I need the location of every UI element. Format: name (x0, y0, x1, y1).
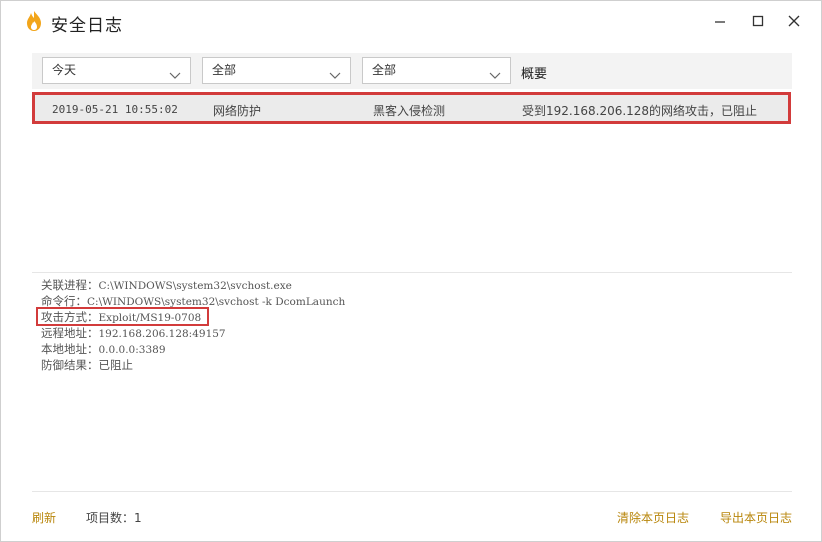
time-filter-value: 今天 (52, 63, 77, 77)
chevron-down-icon (489, 65, 501, 79)
log-summary: 受到192.168.206.128的网络攻击，已阻止 (522, 104, 758, 118)
log-time: 2019-05-21 10:55:02 (52, 103, 178, 116)
log-module: 网络防护 (213, 104, 262, 118)
clear-page-log-link[interactable]: 清除本页日志 (617, 509, 689, 526)
close-icon[interactable] (781, 9, 807, 33)
filter-header-row: 今天 全部 全部 概要 (32, 53, 792, 89)
title-bar[interactable]: 安全日志 (1, 1, 821, 41)
detail-label: 远程地址： (41, 326, 99, 340)
divider (32, 272, 792, 273)
detail-label: 关联进程： (41, 278, 99, 292)
detail-defense-result: 防御结果：已阻止 (41, 357, 345, 373)
log-type: 黑客入侵检测 (373, 104, 446, 118)
detail-value: 0.0.0.0:3389 (98, 344, 166, 356)
detail-remote-address: 远程地址：192.168.206.128:49157 (41, 325, 345, 341)
detail-label: 本地地址： (41, 342, 99, 356)
attack-method-highlight-box (36, 307, 209, 326)
refresh-link[interactable]: 刷新 (32, 509, 56, 526)
detail-value: 已阻止 (98, 358, 134, 372)
table-row[interactable]: 2019-05-21 10:55:02 网络防护 黑客入侵检测 受到192.16… (32, 92, 791, 124)
item-count: 项目数：1 (86, 511, 142, 525)
window-title: 安全日志 (51, 16, 123, 36)
module-filter-dropdown[interactable]: 全部 (202, 57, 351, 84)
detail-value: 192.168.206.128:49157 (98, 328, 226, 340)
footer-bar: 刷新 项目数：1 清除本页日志 导出本页日志 (1, 505, 821, 529)
minimize-icon[interactable] (707, 9, 733, 33)
detail-label: 命令行： (41, 294, 87, 308)
time-filter-dropdown[interactable]: 今天 (42, 57, 191, 84)
type-filter-dropdown[interactable]: 全部 (362, 57, 511, 84)
detail-process: 关联进程：C:\WINDOWS\system32\svchost.exe (41, 277, 345, 293)
module-filter-value: 全部 (212, 63, 237, 77)
export-page-log-link[interactable]: 导出本页日志 (720, 509, 792, 526)
type-filter-value: 全部 (372, 63, 397, 77)
detail-local-address: 本地地址：0.0.0.0:3389 (41, 341, 345, 357)
chevron-down-icon (169, 65, 181, 79)
summary-column-header: 概要 (521, 67, 548, 82)
flame-logo-icon (23, 10, 45, 32)
security-log-window: 安全日志 今天 全部 全部 概要 2019-05-21 10:55:02 网络防… (0, 0, 822, 542)
detail-value: C:\WINDOWS\system32\svchost.exe (98, 280, 292, 292)
detail-label: 防御结果： (41, 358, 99, 372)
chevron-down-icon (329, 65, 341, 79)
maximize-icon[interactable] (745, 9, 771, 33)
footer-divider (32, 491, 792, 492)
